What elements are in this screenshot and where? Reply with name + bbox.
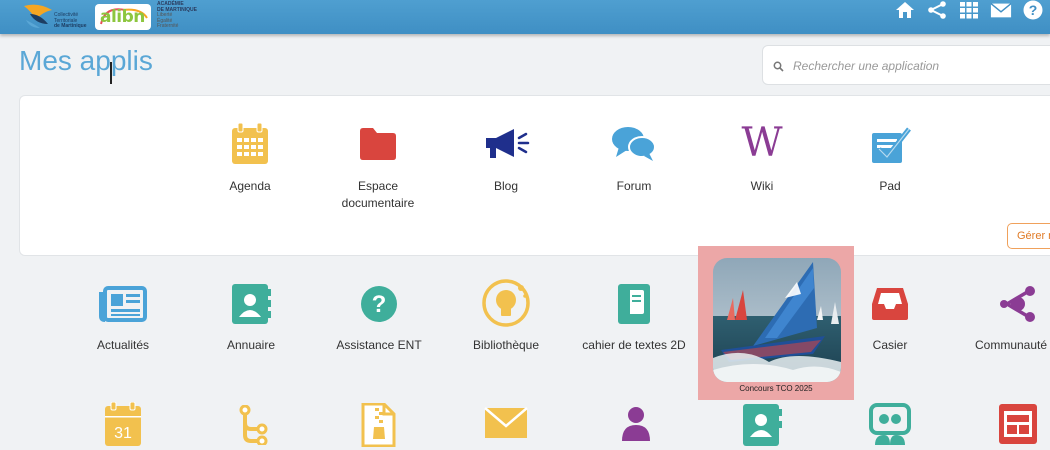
- contact-card-icon: [740, 402, 784, 448]
- tree-branch-icon: [234, 404, 270, 446]
- inbox-tray-icon: [870, 286, 910, 322]
- ent-logo[interactable]: alibn: [95, 4, 151, 30]
- calendar-icon: [230, 122, 270, 166]
- share-icon[interactable]: [926, 0, 948, 20]
- mail-icon[interactable]: [990, 0, 1012, 20]
- community-share-icon: [997, 284, 1037, 324]
- app-agenda[interactable]: Agenda: [200, 120, 300, 193]
- folder-icon: [358, 124, 398, 164]
- app-actualites[interactable]: Actualités: [73, 280, 173, 358]
- calendar-day: 31: [114, 425, 132, 442]
- app-label: Annuaire: [226, 338, 276, 352]
- app-label: Espace documentaire: [341, 179, 415, 210]
- search-input[interactable]: [793, 56, 1043, 76]
- app-label: Pad: [879, 179, 901, 193]
- lightbulb-icon: [481, 278, 531, 328]
- chat-bubbles-icon: [610, 124, 658, 164]
- app-label: Bibliothèque: [472, 338, 540, 352]
- top-icons: ?: [894, 0, 1044, 20]
- app-casier[interactable]: Casier: [840, 280, 940, 358]
- collectivite-bird-icon: [24, 4, 52, 28]
- home-icon[interactable]: [894, 0, 916, 20]
- app-bibliotheque[interactable]: Bibliothèque: [456, 278, 556, 358]
- app-row2-calendar[interactable]: 31: [103, 402, 143, 450]
- collectivite-text: Collectivité Territoriale de Martinique: [54, 12, 87, 29]
- text-cursor: [110, 62, 112, 84]
- app-annuaire[interactable]: Annuaire: [201, 280, 301, 358]
- zip-file-icon: [359, 402, 397, 448]
- app-row2-zip[interactable]: [358, 402, 398, 450]
- app-label: Agenda: [229, 179, 271, 193]
- user-icon: [618, 404, 654, 444]
- wiki-w-icon: W: [737, 120, 787, 164]
- notebook-icon: [614, 282, 654, 326]
- app-label: Concours TCO 2025: [739, 384, 813, 393]
- app-row2-mail[interactable]: [484, 404, 528, 450]
- app-label: Blog: [493, 179, 519, 193]
- pad-check-icon: [868, 124, 912, 166]
- sailboat-photo[interactable]: [713, 258, 841, 382]
- app-label: Casier: [872, 338, 908, 352]
- presentation-icon: [868, 402, 912, 448]
- megaphone-icon: [482, 124, 530, 164]
- search-box[interactable]: [762, 45, 1050, 85]
- app-row2-board[interactable]: [996, 402, 1040, 450]
- app-pad[interactable]: Pad: [840, 120, 940, 193]
- app-cahier-de-textes-2d[interactable]: cahier de textes 2D: [572, 280, 696, 358]
- app-assistance-ent[interactable]: ? Assistance ENT: [319, 280, 439, 358]
- question-circle-icon: ?: [359, 284, 399, 324]
- collectivite-logo[interactable]: Collectivité Territoriale de Martinique: [22, 0, 92, 30]
- manage-favorites-button[interactable]: Gérer m: [1007, 223, 1050, 249]
- app-label: Actualités: [96, 338, 150, 352]
- app-row2-presentation[interactable]: [868, 402, 912, 450]
- app-label: cahier de textes 2D: [582, 338, 686, 352]
- app-row2-tree[interactable]: [232, 402, 272, 450]
- calendar-31-icon: 31: [103, 402, 143, 446]
- contact-book-icon: [229, 282, 273, 326]
- app-label: Assistance ENT: [336, 338, 422, 352]
- app-blog[interactable]: Blog: [456, 120, 556, 193]
- app-row2-contact[interactable]: [740, 402, 784, 450]
- search-icon: [773, 59, 784, 77]
- ent-logo-text: alibn: [100, 7, 145, 27]
- app-label: Communauté: [975, 338, 1048, 352]
- academie-logo[interactable]: ACADÉMIE DE MARTINIQUE Liberté Égalité F…: [157, 1, 197, 30]
- app-communaute[interactable]: Communauté: [967, 280, 1050, 358]
- svg-text:W: W: [741, 120, 782, 164]
- board-window-icon: [997, 402, 1039, 446]
- svg-text:?: ?: [372, 291, 387, 318]
- app-espace-documentaire[interactable]: Espace documentaire: [328, 120, 428, 210]
- apps-grid-icon[interactable]: [958, 0, 980, 20]
- envelope-icon: [484, 406, 528, 440]
- newspaper-icon: [99, 284, 147, 324]
- app-label: Wiki: [750, 179, 774, 193]
- app-row2-user[interactable]: [616, 402, 656, 450]
- app-wiki[interactable]: W Wiki: [712, 120, 812, 193]
- help-icon[interactable]: ?: [1022, 0, 1044, 20]
- svg-text:?: ?: [1029, 2, 1038, 18]
- page-title: Mes applis: [19, 45, 153, 76]
- top-bar: Collectivité Territoriale de Martinique …: [0, 0, 1050, 34]
- app-label: Forum: [616, 179, 652, 193]
- app-forum[interactable]: Forum: [584, 120, 684, 193]
